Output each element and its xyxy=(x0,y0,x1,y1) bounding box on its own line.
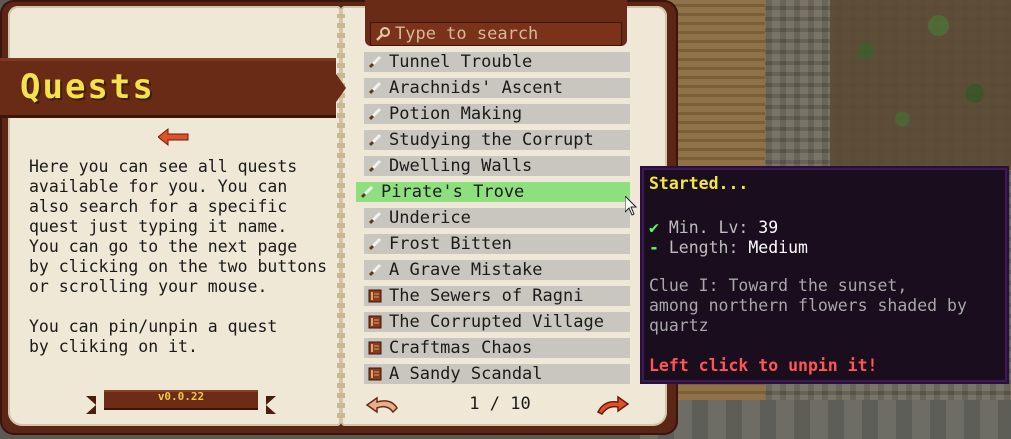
quest-item[interactable]: Studying the Corrupt xyxy=(364,130,630,150)
page-indicator: 1 / 10 xyxy=(469,394,531,414)
search-input[interactable] xyxy=(395,23,615,45)
quest-item[interactable]: Arachnids' Ascent xyxy=(364,78,630,98)
length-value: Medium xyxy=(748,238,808,257)
search-box[interactable] xyxy=(370,22,622,46)
version-banner: v0.0.22 xyxy=(86,388,276,414)
quest-item[interactable]: The Corrupted Village xyxy=(364,312,630,332)
previous-page-arrow-icon[interactable] xyxy=(365,394,401,416)
sword-icon xyxy=(367,54,383,70)
quest-item[interactable]: A Grave Mistake xyxy=(364,260,630,280)
quest-clue: Clue I: Toward the sunset, among norther… xyxy=(649,276,967,335)
quest-label: A Sandy Scandal xyxy=(389,364,543,384)
quest-status: Started... xyxy=(649,174,749,193)
quest-label: Studying the Corrupt xyxy=(389,130,594,150)
quest-label: Potion Making xyxy=(389,104,523,124)
unpin-hint: Left click to unpin it! xyxy=(649,356,878,375)
quest-label: A Grave Mistake xyxy=(389,260,543,280)
quest-label: Craftmas Chaos xyxy=(389,338,533,358)
quest-item[interactable]: Craftmas Chaos xyxy=(364,338,630,358)
quest-label: Tunnel Trouble xyxy=(389,52,533,72)
length-line: - Length: Medium xyxy=(649,238,808,257)
ribbon-tip xyxy=(334,71,346,105)
quest-item[interactable]: A Sandy Scandal xyxy=(364,364,630,384)
stone-floor xyxy=(640,400,1011,439)
quest-label: The Corrupted Village xyxy=(389,312,604,332)
book-icon xyxy=(367,340,383,356)
quest-label: Pirate's Trove xyxy=(381,182,525,202)
length-label: Length: xyxy=(668,238,749,257)
book-icon xyxy=(367,288,383,304)
help-text: Here you can see all quests available fo… xyxy=(29,157,328,356)
quest-label: Underice xyxy=(389,208,471,228)
min-level-value: 39 xyxy=(758,218,779,237)
next-page-arrow-icon[interactable] xyxy=(594,394,630,416)
sword-icon xyxy=(367,158,383,174)
search-icon xyxy=(375,26,391,42)
min-level-label: Min. Lv: xyxy=(668,218,759,237)
quest-list: Tunnel Trouble Arachnids' Ascent Potion … xyxy=(356,52,630,390)
version-label: v0.0.22 xyxy=(157,390,205,403)
back-arrow-icon[interactable] xyxy=(157,127,190,147)
quest-label: Dwelling Walls xyxy=(389,156,533,176)
sword-icon xyxy=(367,106,383,122)
leaf-vines xyxy=(830,0,1011,170)
quest-item[interactable]: Tunnel Trouble xyxy=(364,52,630,72)
book-icon xyxy=(367,366,383,382)
quest-item[interactable]: Dwelling Walls xyxy=(364,156,630,176)
quest-label: The Sewers of Ragni xyxy=(389,286,584,306)
quest-book: Quests Here you can see all quests avail… xyxy=(0,0,678,439)
check-icon: ✔ xyxy=(649,218,659,237)
quest-label: Frost Bitten xyxy=(389,234,512,254)
quest-item[interactable]: Underice xyxy=(364,208,630,228)
quest-item[interactable]: The Sewers of Ragni xyxy=(364,286,630,306)
page-title: Quests xyxy=(20,67,155,107)
min-level-line: ✔ Min. Lv: 39 xyxy=(649,218,778,237)
sword-icon xyxy=(367,80,383,96)
quest-item-hovered[interactable]: Pirate's Trove xyxy=(356,182,630,202)
quest-item[interactable]: Frost Bitten xyxy=(364,234,630,254)
title-ribbon: Quests xyxy=(0,58,346,118)
book-icon xyxy=(367,314,383,330)
quest-item[interactable]: Potion Making xyxy=(364,104,630,124)
sword-icon xyxy=(359,184,375,200)
mouse-cursor-icon xyxy=(624,194,638,216)
sword-icon xyxy=(367,132,383,148)
dash-icon: - xyxy=(649,238,659,257)
quest-tooltip: Started... ✔ Min. Lv: 39 - Length: Mediu… xyxy=(640,166,1009,384)
quest-label: Arachnids' Ascent xyxy=(389,78,563,98)
sword-icon xyxy=(367,210,383,226)
sword-icon xyxy=(367,262,383,278)
sword-icon xyxy=(367,236,383,252)
